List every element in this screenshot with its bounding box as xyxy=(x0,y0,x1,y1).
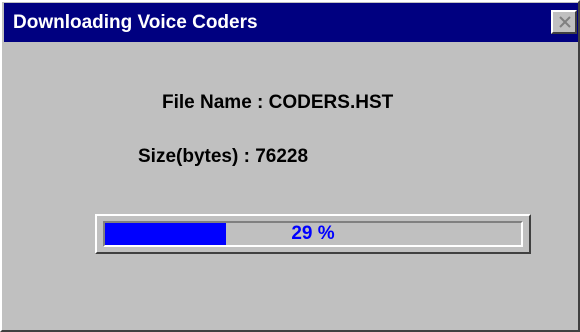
file-name-value: CODERS.HST xyxy=(268,92,394,113)
file-name-label: File Name : xyxy=(162,92,269,113)
progress-bar: 29 % xyxy=(95,214,531,254)
progress-percent-text: 29 % xyxy=(291,223,335,244)
file-size-row: Size(bytes) : 76228 xyxy=(138,146,308,168)
window-title: Downloading Voice Coders xyxy=(13,12,258,33)
download-dialog: Downloading Voice Coders File Name : COD… xyxy=(0,0,580,332)
title-bar[interactable]: Downloading Voice Coders xyxy=(4,3,578,42)
file-name-row: File Name : CODERS.HST xyxy=(162,92,393,114)
close-button[interactable] xyxy=(551,10,577,34)
close-icon xyxy=(559,16,571,28)
progress-track: 29 % xyxy=(103,221,523,247)
file-size-label: Size(bytes) : xyxy=(138,146,256,167)
file-size-value: 76228 xyxy=(255,146,309,167)
